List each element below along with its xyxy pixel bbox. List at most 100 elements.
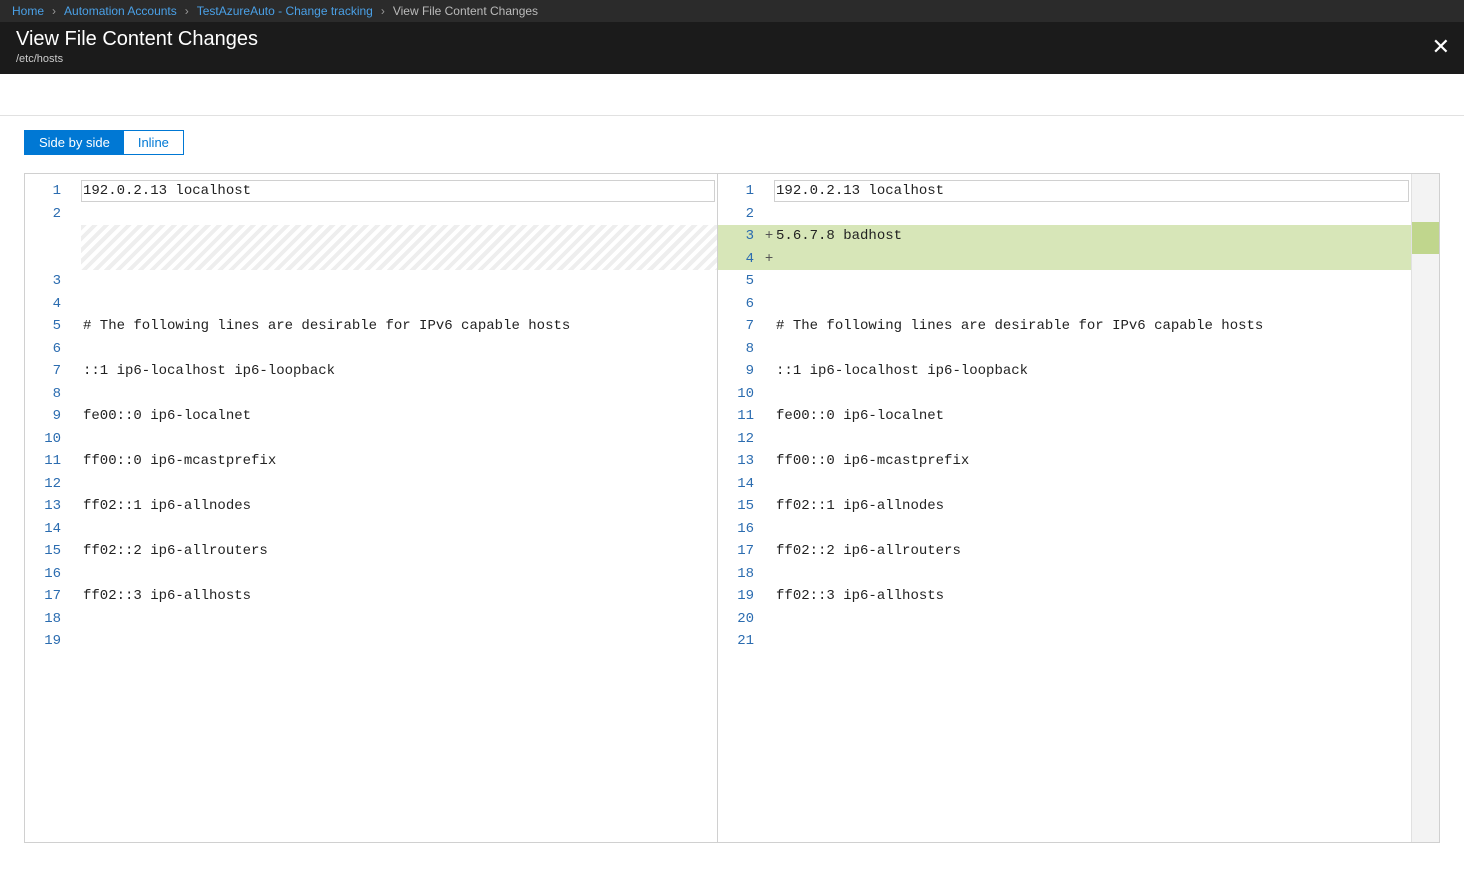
code-line: 11+ff00::0 ip6-mcastprefix: [25, 450, 717, 473]
line-number: 6: [718, 296, 764, 312]
page-subtitle: /etc/hosts: [16, 53, 1448, 65]
line-number: 18: [718, 566, 764, 582]
code-text: ff02::2 ip6-allrouters: [81, 543, 268, 559]
code-line: 9+fe00::0 ip6-localnet: [25, 405, 717, 428]
line-number: 8: [25, 386, 71, 402]
line-number: 21: [718, 633, 764, 649]
line-number: 19: [25, 633, 71, 649]
code-line: 14+: [718, 473, 1411, 496]
line-number: 8: [718, 341, 764, 357]
line-number: 19: [718, 588, 764, 604]
code-line: 10+: [25, 428, 717, 451]
code-text: ff00::0 ip6-mcastprefix: [774, 453, 969, 469]
code-text: ff02::1 ip6-allnodes: [774, 498, 944, 514]
line-number: 5: [25, 318, 71, 334]
diff-view: 1+192.0.2.13 localhost2+3+4+5+# The foll…: [24, 173, 1440, 843]
code-line: 15+ff02::2 ip6-allrouters: [25, 540, 717, 563]
code-line: 13+ff02::1 ip6-allnodes: [25, 495, 717, 518]
line-number: 10: [718, 386, 764, 402]
minimap-scrollbar[interactable]: [1411, 174, 1439, 842]
code-line: 11+fe00::0 ip6-localnet: [718, 405, 1411, 428]
line-number: 13: [25, 498, 71, 514]
line-number: 14: [25, 521, 71, 537]
code-text: 192.0.2.13 localhost: [81, 183, 251, 199]
code-text: ff02::3 ip6-allhosts: [81, 588, 251, 604]
line-number: 15: [718, 498, 764, 514]
toggle-side-by-side[interactable]: Side by side: [25, 131, 124, 154]
code-line: 10+: [718, 383, 1411, 406]
spacer: [0, 74, 1464, 116]
chevron-right-icon: ›: [381, 4, 385, 18]
diff-sign: +: [764, 228, 774, 244]
close-icon[interactable]: ✕: [1432, 34, 1450, 60]
line-number: 4: [25, 296, 71, 312]
page-title: View File Content Changes: [16, 28, 1448, 51]
breadcrumb-change-tracking[interactable]: TestAzureAuto - Change tracking: [197, 4, 373, 18]
diff-sign: +: [764, 251, 774, 267]
code-line: 3+: [25, 270, 717, 293]
line-number: 12: [25, 476, 71, 492]
line-number: 18: [25, 611, 71, 627]
code-line: 19+: [25, 630, 717, 653]
code-line: 18+: [718, 563, 1411, 586]
line-number: 12: [718, 431, 764, 447]
code-line: 2+: [718, 203, 1411, 226]
code-line: 16+: [718, 518, 1411, 541]
code-line: 1+192.0.2.13 localhost: [718, 180, 1411, 203]
code-line: 7+::1 ip6-localhost ip6-loopback: [25, 360, 717, 383]
diff-placeholder-hatched: [81, 225, 717, 270]
code-line: 20+: [718, 608, 1411, 631]
line-number: 10: [25, 431, 71, 447]
line-number: 3: [718, 228, 764, 244]
code-line: 21+: [718, 630, 1411, 653]
line-number: 17: [25, 588, 71, 604]
code-line: 12+: [718, 428, 1411, 451]
code-line: 14+: [25, 518, 717, 541]
line-number: 11: [718, 408, 764, 424]
code-line: 17+ff02::3 ip6-allhosts: [25, 585, 717, 608]
breadcrumb-automation-accounts[interactable]: Automation Accounts: [64, 4, 177, 18]
line-number: 1: [718, 183, 764, 199]
diff-pane-modified[interactable]: 1+192.0.2.13 localhost2+3+5.6.7.8 badhos…: [718, 174, 1411, 842]
line-number: 7: [718, 318, 764, 334]
diff-pane-original[interactable]: 1+192.0.2.13 localhost2+3+4+5+# The foll…: [25, 174, 718, 842]
breadcrumb-home[interactable]: Home: [12, 4, 44, 18]
code-line: 9+::1 ip6-localhost ip6-loopback: [718, 360, 1411, 383]
code-line: 19+ff02::3 ip6-allhosts: [718, 585, 1411, 608]
line-number: 9: [25, 408, 71, 424]
line-number: 7: [25, 363, 71, 379]
line-number: 9: [718, 363, 764, 379]
view-toolbar: Side by side Inline: [0, 116, 1464, 159]
code-line: 13+ff00::0 ip6-mcastprefix: [718, 450, 1411, 473]
code-line: 15+ff02::1 ip6-allnodes: [718, 495, 1411, 518]
code-line: 8+: [25, 383, 717, 406]
code-text: ::1 ip6-localhost ip6-loopback: [774, 363, 1028, 379]
line-number: 6: [25, 341, 71, 357]
line-number: 16: [25, 566, 71, 582]
line-number: 20: [718, 611, 764, 627]
code-line: 1+192.0.2.13 localhost: [25, 180, 717, 203]
code-line: 3+5.6.7.8 badhost: [718, 225, 1411, 248]
code-line: 7+# The following lines are desirable fo…: [718, 315, 1411, 338]
line-number: 2: [25, 206, 71, 222]
page-header: View File Content Changes /etc/hosts ✕: [0, 22, 1464, 74]
code-line: 6+: [718, 293, 1411, 316]
line-number: 4: [718, 251, 764, 267]
code-line: 8+: [718, 338, 1411, 361]
code-line: 5+# The following lines are desirable fo…: [25, 315, 717, 338]
code-line: 6+: [25, 338, 717, 361]
toggle-inline[interactable]: Inline: [124, 131, 183, 154]
breadcrumb-current: View File Content Changes: [393, 4, 538, 18]
code-line: 12+: [25, 473, 717, 496]
code-text: # The following lines are desirable for …: [774, 318, 1263, 334]
code-line: 4+: [25, 293, 717, 316]
line-number: 13: [718, 453, 764, 469]
code-text: ff02::1 ip6-allnodes: [81, 498, 251, 514]
chevron-right-icon: ›: [52, 4, 56, 18]
code-line: 17+ff02::2 ip6-allrouters: [718, 540, 1411, 563]
code-text: fe00::0 ip6-localnet: [81, 408, 251, 424]
line-number: 5: [718, 273, 764, 289]
code-text: fe00::0 ip6-localnet: [774, 408, 944, 424]
code-text: ff00::0 ip6-mcastprefix: [81, 453, 276, 469]
code-text: ::1 ip6-localhost ip6-loopback: [81, 363, 335, 379]
